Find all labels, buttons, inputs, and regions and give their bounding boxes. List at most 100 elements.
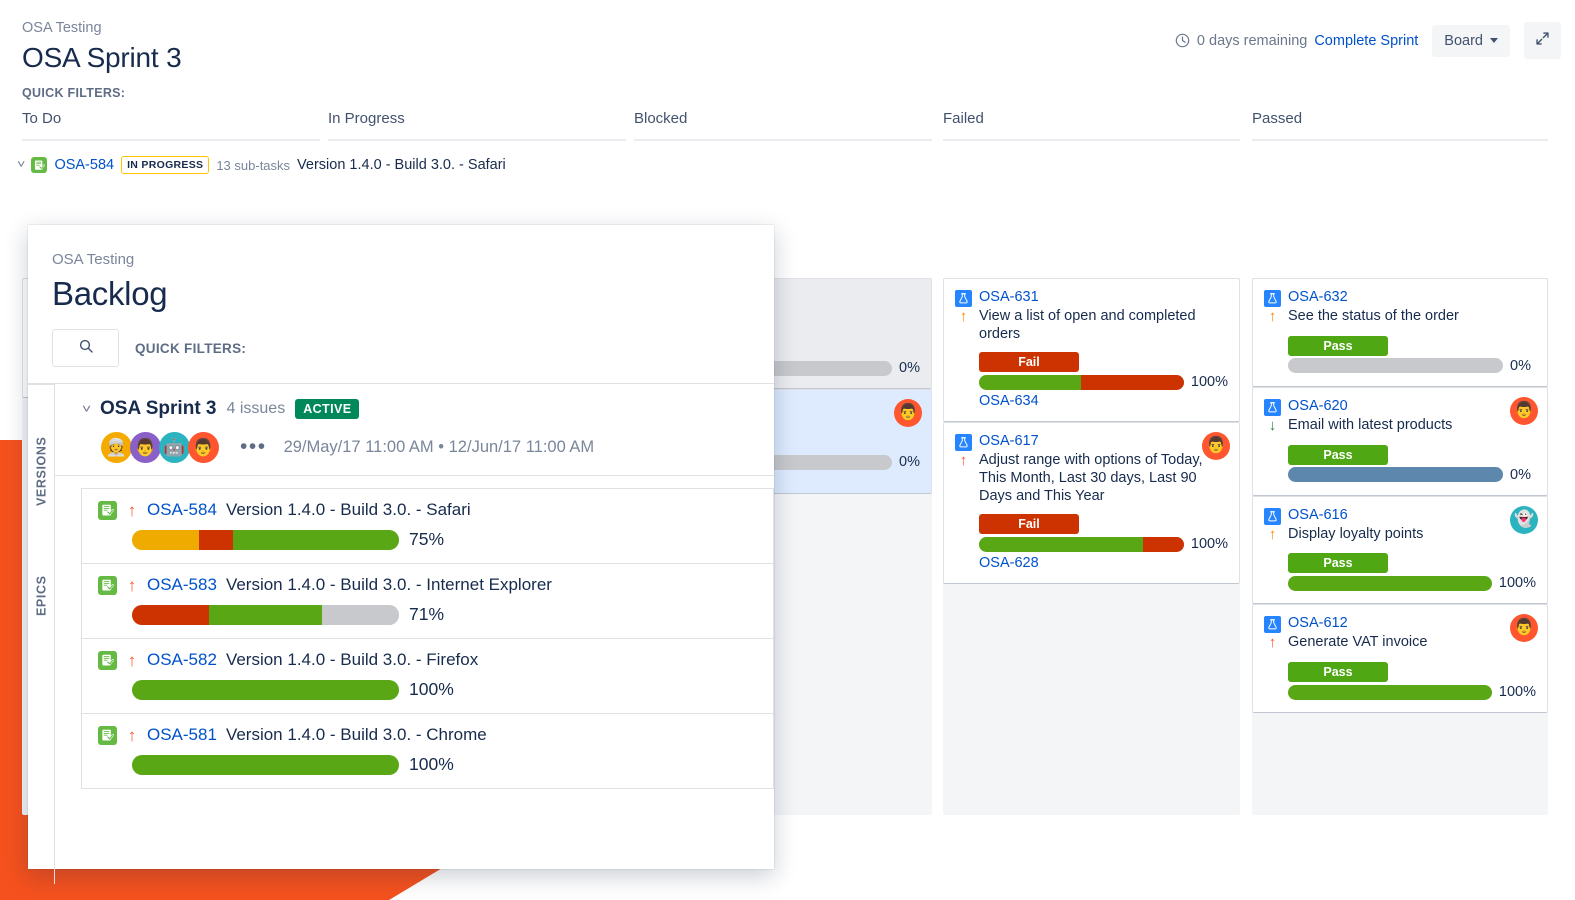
search-input[interactable] (52, 329, 119, 367)
sprint-issue-count: 4 issues (227, 400, 286, 418)
card-summary: See the status of the order (1288, 308, 1459, 327)
chevron-down-icon[interactable]: ˅ (82, 402, 91, 416)
column-header-passed: Passed (1252, 110, 1548, 141)
progress-bar (1288, 685, 1492, 700)
complete-sprint-link[interactable]: Complete Sprint (1314, 33, 1418, 49)
priority-icon: ↑ (1264, 308, 1281, 327)
side-tab-epics[interactable]: EPICS (28, 514, 55, 624)
test-status-badge: Pass (1288, 662, 1388, 682)
column-body-passed[interactable]: OSA-632 ↑ See the status of the order Pa… (1252, 278, 1548, 815)
backlog-issue-summary: Version 1.4.0 - Build 3.0. - Firefox (226, 650, 478, 670)
more-options-icon[interactable]: ••• (240, 441, 267, 454)
backlog-issue-row[interactable]: ↑ OSA-583 Version 1.4.0 - Build 3.0. - I… (81, 563, 774, 638)
progress-percent: 100% (409, 754, 454, 775)
avatar[interactable]: 👨 (1510, 397, 1538, 425)
progress-percent: 100% (1499, 684, 1536, 700)
swimlane-header[interactable]: ˅ OSA-584 IN PROGRESS 13 sub-tasks Versi… (18, 156, 506, 174)
avatar-group: 👳👨🤖👨 (101, 432, 217, 463)
board-column-headers: To DoIn ProgressBlockedFailedPassed (0, 110, 1575, 160)
backlog-issue-row[interactable]: ↑ OSA-582 Version 1.4.0 - Build 3.0. - F… (81, 638, 774, 713)
card-linked-issue-key[interactable]: OSA-634 (979, 393, 1228, 409)
progress-segment (132, 680, 399, 700)
card-summary-block: ↑ Generate VAT invoice (1264, 634, 1536, 653)
header-actions: 0 days remaining Complete Sprint Board (1175, 22, 1561, 59)
backlog-issue-key[interactable]: OSA-584 (147, 500, 217, 520)
board-card[interactable]: 👨 OSA-612 ↑ Generate VAT invoice Pass 10… (1252, 604, 1548, 713)
card-issue-key[interactable]: OSA-620 (1288, 398, 1348, 415)
backlog-issue-key[interactable]: OSA-582 (147, 650, 217, 670)
card-issue-key[interactable]: OSA-632 (1288, 289, 1348, 306)
card-progress-row: 100% (1288, 684, 1536, 700)
backlog-issue-row[interactable]: ↑ OSA-581 Version 1.4.0 - Build 3.0. - C… (81, 713, 774, 789)
card-summary-block: ↓ Email with latest products (1264, 417, 1536, 436)
test-status-badge: Fail (979, 514, 1079, 534)
card-issue-key[interactable]: OSA-612 (1288, 615, 1348, 632)
progress-segment (233, 530, 399, 550)
progress-bar (132, 530, 399, 550)
backlog-issue-key[interactable]: OSA-583 (147, 575, 217, 595)
board-card[interactable]: 👻 OSA-616 ↑ Display loyalty points Pass … (1252, 496, 1548, 605)
backlog-progress-row: 100% (132, 754, 773, 775)
progress-segment (1288, 685, 1492, 700)
board-dropdown-button[interactable]: Board (1432, 25, 1510, 57)
backlog-content: ˅ OSA Sprint 3 4 issues ACTIVE 👳👨🤖👨 ••• … (55, 384, 774, 884)
progress-bar (132, 605, 399, 625)
modal-breadcrumb[interactable]: OSA Testing (52, 251, 774, 268)
test-case-icon (955, 290, 972, 307)
card-issue-key[interactable]: OSA-616 (1288, 507, 1348, 524)
swimlane-issue-key[interactable]: OSA-584 (54, 157, 114, 173)
progress-segment (1143, 537, 1184, 552)
board-dropdown-label: Board (1444, 33, 1483, 49)
backlog-issue-row[interactable]: ↑ OSA-584 Version 1.4.0 - Build 3.0. - S… (81, 488, 774, 563)
priority-icon: ↑ (126, 652, 138, 669)
card-summary: Generate VAT invoice (1288, 634, 1427, 653)
priority-icon: ↑ (126, 727, 138, 744)
card-progress-row: 100% (979, 536, 1228, 552)
chevron-down-icon (1490, 38, 1498, 43)
backlog-issue-title: ↑ OSA-584 Version 1.4.0 - Build 3.0. - S… (98, 500, 773, 520)
progress-percent: 0% (899, 360, 920, 376)
card-summary-block: ↑ View a list of open and completed orde… (955, 308, 1228, 343)
column-body-failed[interactable]: OSA-631 ↑ View a list of open and comple… (943, 278, 1240, 815)
progress-segment (132, 530, 199, 550)
avatar[interactable]: 👨 (130, 432, 161, 463)
test-status-badge: Pass (1288, 553, 1388, 573)
progress-segment (1081, 375, 1183, 390)
breadcrumb[interactable]: OSA Testing (22, 20, 102, 36)
board-card[interactable]: OSA-632 ↑ See the status of the order Pa… (1252, 278, 1548, 387)
page-header: OSA Testing OSA Sprint 3 QUICK FILTERS: … (0, 0, 1575, 110)
backlog-issue-summary: Version 1.4.0 - Build 3.0. - Internet Ex… (226, 575, 552, 595)
progress-percent: 100% (1191, 374, 1228, 390)
progress-percent: 0% (1510, 358, 1531, 374)
board-card[interactable]: OSA-631 ↑ View a list of open and comple… (943, 278, 1240, 422)
backlog-side-tabs: VERSIONS EPICS (28, 384, 55, 884)
test-case-icon (1264, 290, 1281, 307)
card-summary: View a list of open and completed orders (979, 308, 1228, 343)
card-header: OSA-632 (1264, 289, 1536, 307)
card-linked-issue-key[interactable]: OSA-628 (979, 555, 1228, 571)
avatar[interactable]: 👨 (188, 432, 219, 463)
chevron-down-icon[interactable]: ˅ (17, 159, 25, 171)
avatar[interactable]: 👳 (101, 432, 132, 463)
search-icon (78, 338, 94, 359)
expand-board-button[interactable] (1524, 22, 1561, 59)
card-issue-key[interactable]: OSA-617 (979, 433, 1039, 450)
backlog-modal: OSA Testing Backlog QUICK FILTERS: VERSI… (28, 225, 774, 869)
card-issue-key[interactable]: OSA-631 (979, 289, 1039, 306)
board-card[interactable]: 👨 OSA-620 ↓ Email with latest products P… (1252, 387, 1548, 496)
avatar[interactable]: 🤖 (159, 432, 190, 463)
backlog-progress-row: 100% (132, 679, 773, 700)
expand-icon (1535, 31, 1550, 50)
progress-segment (132, 605, 209, 625)
backlog-issue-key[interactable]: OSA-581 (147, 725, 217, 745)
avatar[interactable]: 👻 (1510, 506, 1538, 534)
test-case-icon (1264, 616, 1281, 633)
progress-segment (1288, 576, 1492, 591)
board-card[interactable]: 👨 OSA-617 ↑ Adjust range with options of… (943, 422, 1240, 584)
side-tab-versions[interactable]: VERSIONS (28, 384, 55, 514)
priority-icon: ↑ (126, 502, 138, 519)
column-header-blocked: Blocked (634, 110, 932, 141)
progress-bar (979, 375, 1184, 390)
swimlane-summary: Version 1.4.0 - Build 3.0. - Safari (297, 157, 506, 173)
progress-percent: 0% (899, 454, 920, 470)
